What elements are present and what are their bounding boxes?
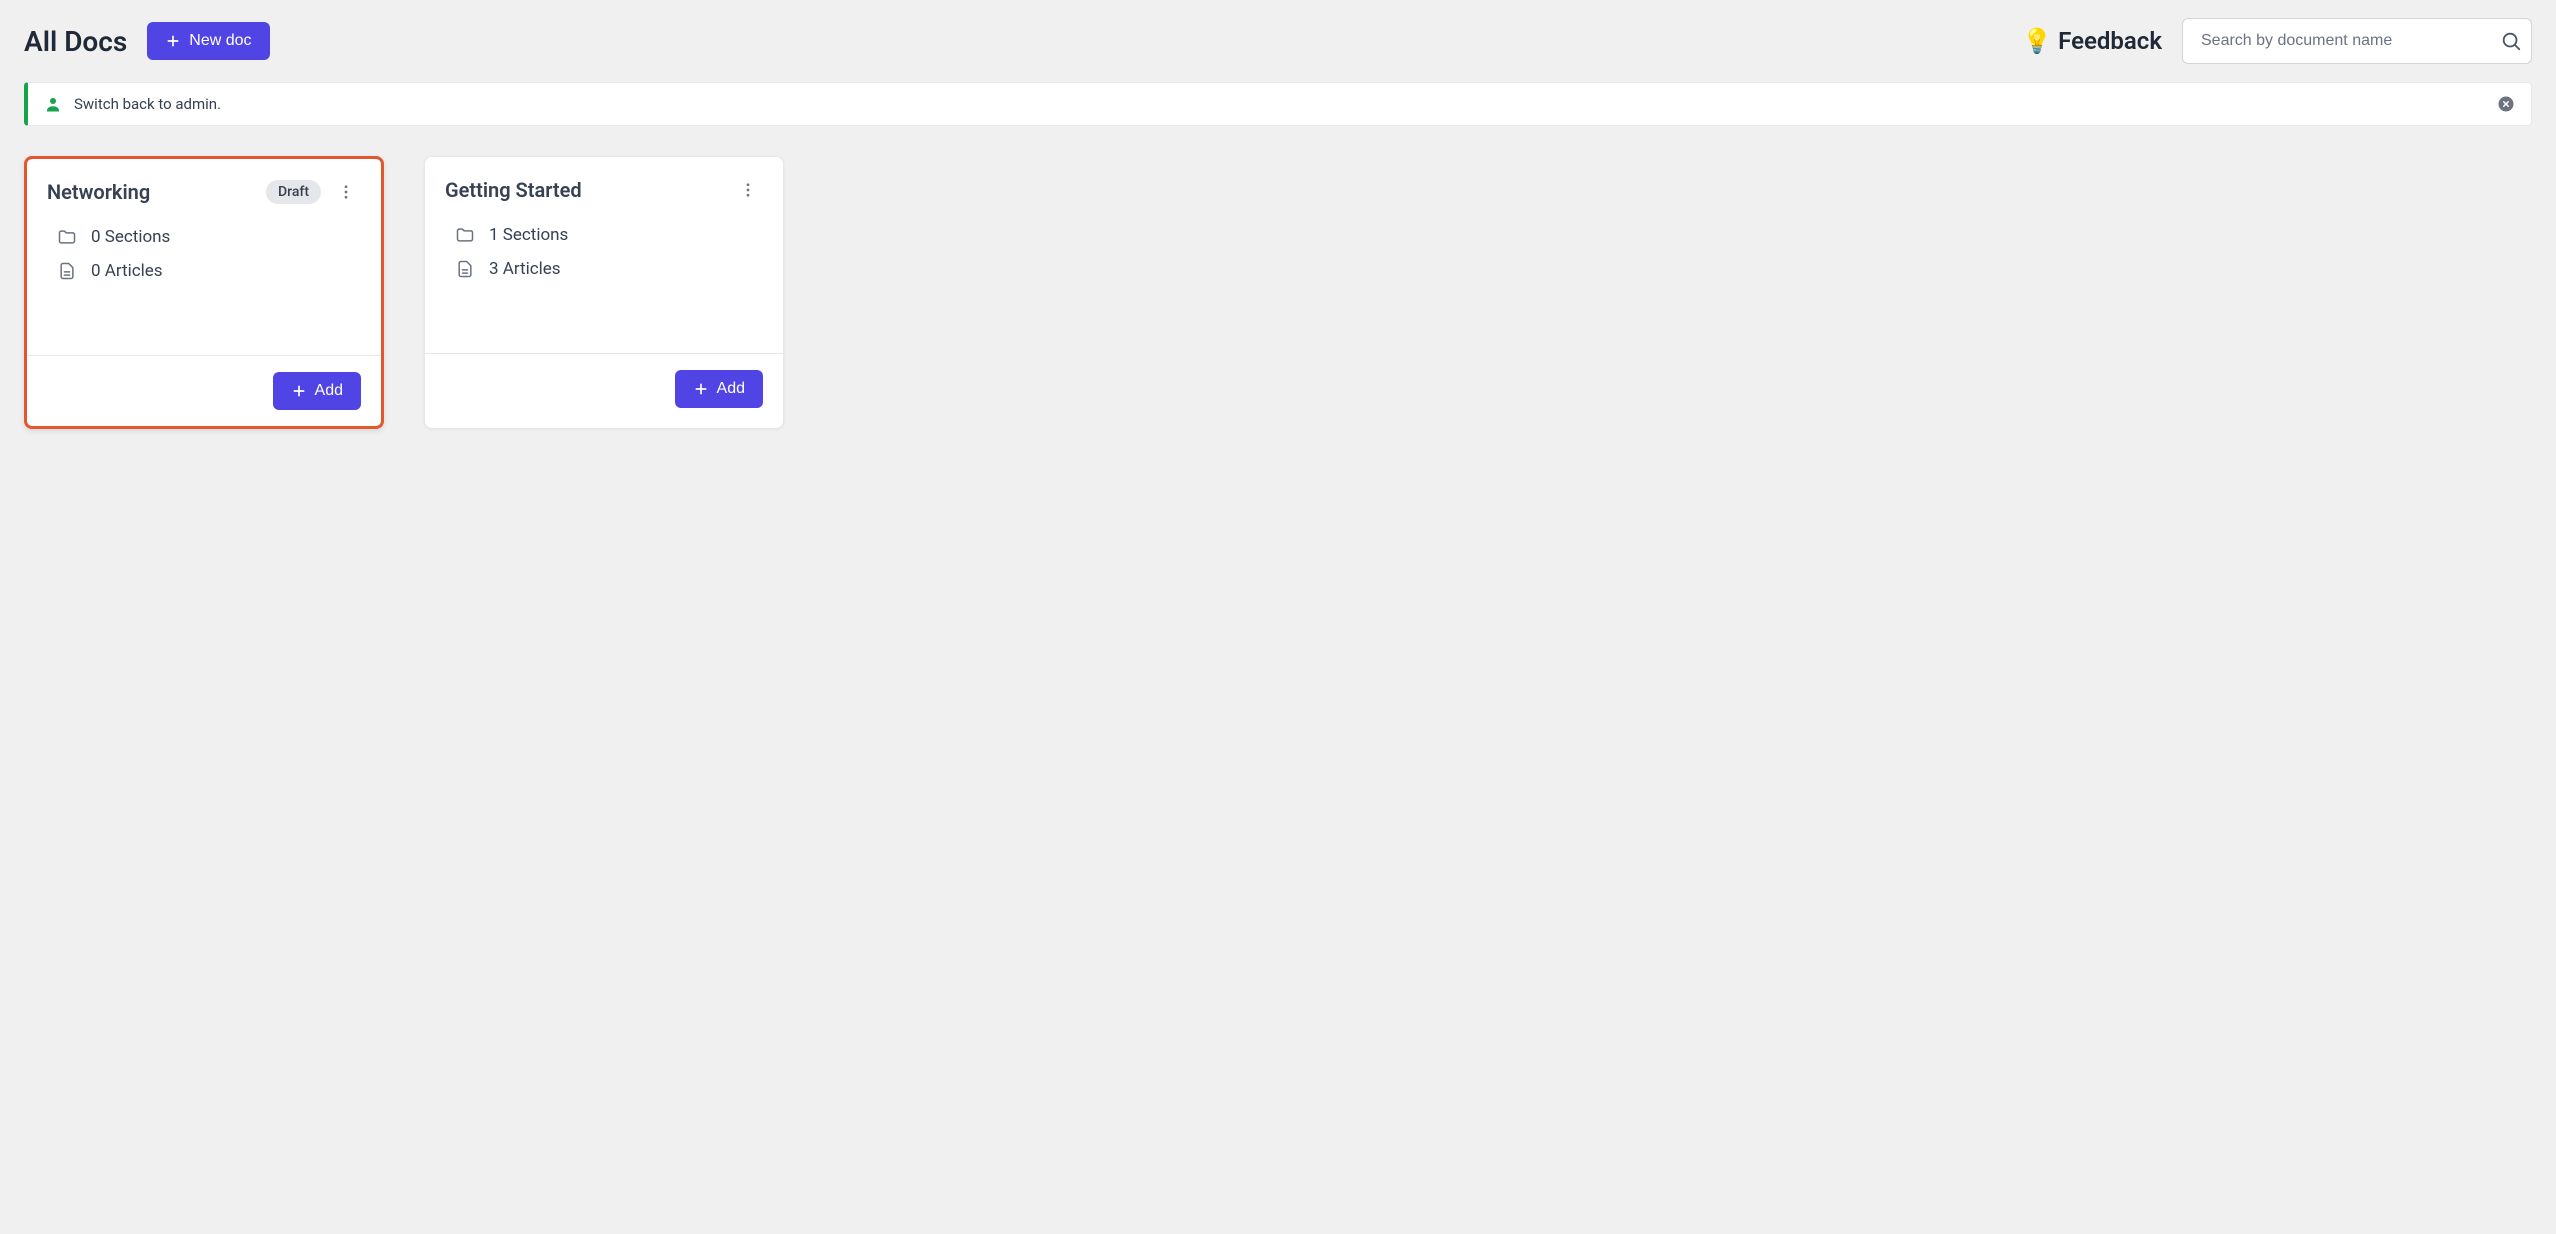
card-title: Networking <box>47 180 256 204</box>
user-icon <box>44 95 62 113</box>
card-header: Getting Started <box>425 157 783 213</box>
search-input[interactable] <box>2182 18 2532 64</box>
plus-icon <box>165 33 181 49</box>
articles-stat: 3 Articles <box>455 259 753 279</box>
close-icon <box>2497 95 2515 113</box>
doc-card-getting-started[interactable]: Getting Started 1 Sections 3 Articles Ad… <box>424 156 784 429</box>
document-icon <box>455 259 475 279</box>
card-footer: Add <box>27 355 381 426</box>
alert-close-button[interactable] <box>2497 95 2515 113</box>
sections-stat: 0 Sections <box>57 227 351 247</box>
sections-stat: 1 Sections <box>455 225 753 245</box>
plus-icon <box>693 381 709 397</box>
articles-count: 3 Articles <box>489 259 561 279</box>
card-title: Getting Started <box>445 178 723 202</box>
page-title: All Docs <box>24 25 127 58</box>
search-button[interactable] <box>2500 30 2522 52</box>
card-menu-button[interactable] <box>331 179 361 205</box>
plus-icon <box>291 383 307 399</box>
folder-icon <box>57 227 77 247</box>
page-header: All Docs New doc 💡 Feedback <box>0 0 2556 82</box>
search-wrap <box>2182 18 2532 64</box>
lightbulb-icon: 💡 <box>2022 27 2052 55</box>
card-menu-button[interactable] <box>733 177 763 203</box>
add-label: Add <box>315 382 343 400</box>
admin-switch-alert: Switch back to admin. <box>24 82 2532 126</box>
document-icon <box>57 261 77 281</box>
card-footer: Add <box>425 353 783 424</box>
new-doc-label: New doc <box>189 32 251 50</box>
new-doc-button[interactable]: New doc <box>147 22 269 60</box>
add-button[interactable]: Add <box>273 372 361 410</box>
more-vertical-icon <box>337 183 355 201</box>
add-label: Add <box>717 380 745 398</box>
card-body: 0 Sections 0 Articles <box>27 215 381 355</box>
folder-icon <box>455 225 475 245</box>
feedback-label: Feedback <box>2058 27 2162 55</box>
search-icon <box>2500 30 2522 52</box>
sections-count: 0 Sections <box>91 227 170 247</box>
doc-cards-row: Networking Draft 0 Sections 0 Articles A… <box>0 126 2556 459</box>
doc-card-networking[interactable]: Networking Draft 0 Sections 0 Articles A… <box>24 156 384 429</box>
card-header: Networking Draft <box>27 159 381 215</box>
articles-count: 0 Articles <box>91 261 163 281</box>
status-badge: Draft <box>266 180 321 204</box>
card-body: 1 Sections 3 Articles <box>425 213 783 353</box>
more-vertical-icon <box>739 181 757 199</box>
add-button[interactable]: Add <box>675 370 763 408</box>
feedback-link[interactable]: 💡 Feedback <box>2022 27 2162 55</box>
articles-stat: 0 Articles <box>57 261 351 281</box>
alert-text: Switch back to admin. <box>74 95 2485 113</box>
sections-count: 1 Sections <box>489 225 568 245</box>
